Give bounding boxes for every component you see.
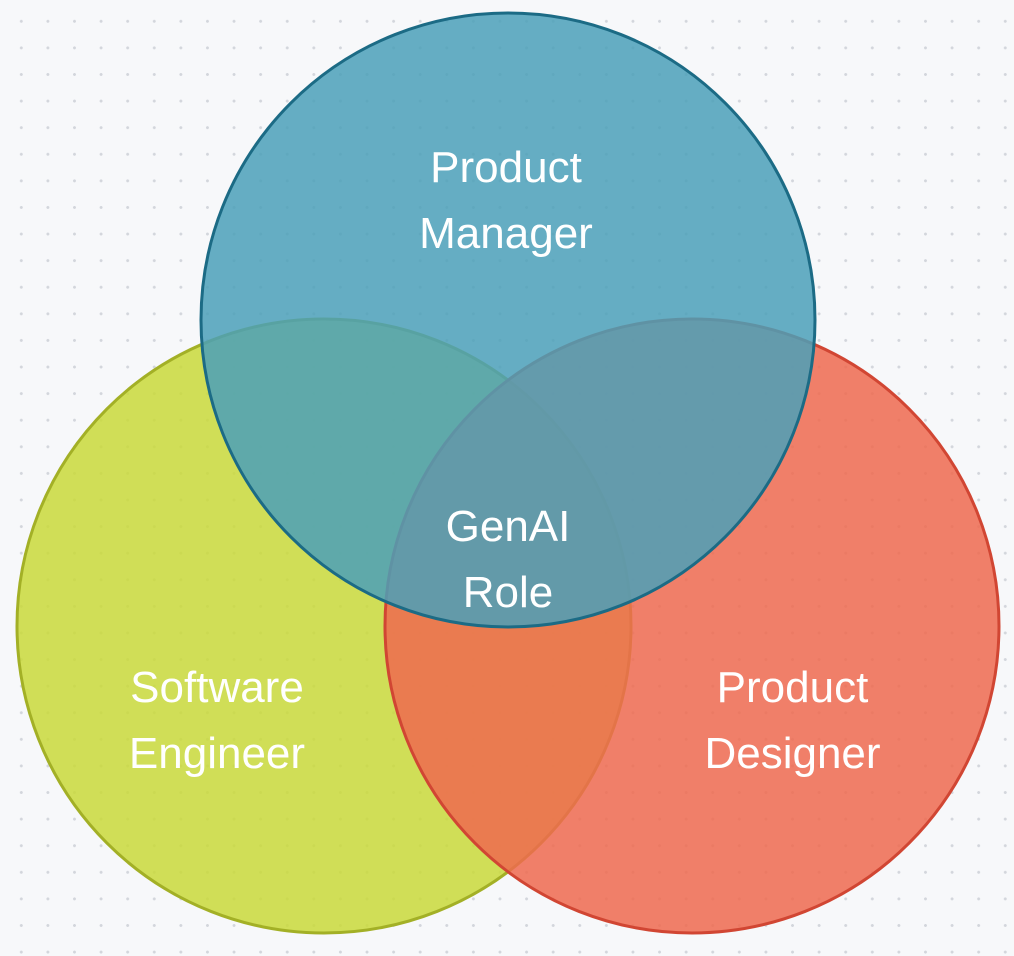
product-manager-label: Product Manager [406, 135, 606, 267]
software-engineer-label: Software Engineer [107, 655, 327, 787]
genai-role-label: GenAI Role [428, 494, 588, 626]
product-manager-label-line-1: Product [430, 143, 582, 192]
venn-diagram: Product Manager Software Engineer Produc… [0, 0, 1014, 956]
genai-role-label-line-2: Role [462, 568, 554, 617]
genai-role-label-line-1: GenAI [445, 502, 571, 551]
product-designer-label: Product Designer [680, 655, 905, 787]
product-designer-label-line-2: Designer [704, 729, 881, 778]
software-engineer-label-line-2: Engineer [128, 729, 306, 778]
product-manager-label-line-2: Manager [419, 209, 593, 258]
software-engineer-label-line-1: Software [130, 663, 304, 712]
product-designer-label-line-1: Product [716, 663, 869, 712]
